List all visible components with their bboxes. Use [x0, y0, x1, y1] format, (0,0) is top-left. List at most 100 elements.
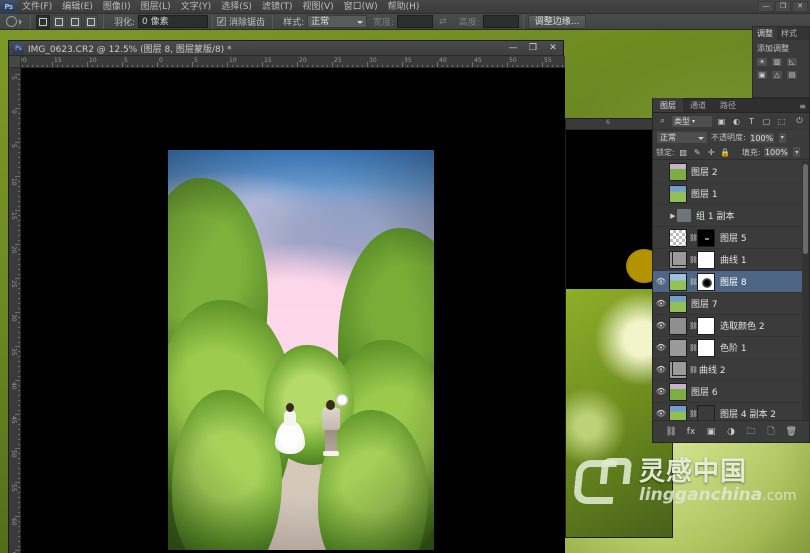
layer-thumbnail[interactable]	[669, 382, 687, 401]
menu-help[interactable]: 帮助(H)	[383, 0, 425, 14]
app-close-button[interactable]: ✕	[792, 1, 808, 12]
menu-layer[interactable]: 图层(L)	[136, 0, 176, 14]
menu-file[interactable]: 文件(F)	[17, 0, 57, 14]
layer-row[interactable]: 👁▶ 组 1 副本	[653, 205, 809, 227]
fill-stepper[interactable]: ▾	[792, 146, 802, 158]
add-to-selection-button[interactable]	[52, 14, 66, 29]
layer-row[interactable]: 👁 ⛓ 图层 8	[653, 271, 809, 293]
layer-mask-thumbnail[interactable]	[697, 404, 715, 420]
ruler-corner[interactable]	[9, 56, 21, 68]
layers-scrollbar[interactable]	[802, 161, 809, 420]
filter-pixel-icon[interactable]: ▣	[715, 115, 728, 128]
opacity-input[interactable]: 100%	[748, 131, 775, 144]
layer-row[interactable]: 👁 图层 1	[653, 183, 809, 205]
tab-adjustments[interactable]: 调整	[753, 27, 777, 40]
tool-preset-picker[interactable]	[4, 14, 24, 29]
add-mask-icon[interactable]: ▣	[706, 427, 717, 437]
fill-input[interactable]: 100%	[763, 146, 790, 158]
lock-transparent-icon[interactable]: ▨	[678, 147, 689, 158]
layer-visibility-toggle-icon[interactable]: 👁	[653, 315, 669, 337]
layer-mask-thumbnail[interactable]	[697, 228, 715, 247]
layer-visibility-toggle-icon[interactable]: 👁	[653, 183, 669, 205]
layer-row[interactable]: 👁 图层 6	[653, 381, 809, 403]
mask-link-icon[interactable]: ⛓	[689, 322, 698, 330]
layer-row[interactable]: 👁 ⛓ 选取颜色 2	[653, 315, 809, 337]
mask-link-icon[interactable]: ⛓	[689, 344, 698, 352]
layer-row[interactable]: 👁 ⛓ 色阶 1	[653, 337, 809, 359]
layer-visibility-toggle-icon[interactable]: 👁	[653, 293, 669, 315]
menu-select[interactable]: 选择(S)	[216, 0, 257, 14]
layer-thumbnail[interactable]	[669, 404, 687, 420]
layer-visibility-toggle-icon[interactable]: 👁	[653, 161, 669, 183]
menu-edit[interactable]: 编辑(E)	[57, 0, 98, 14]
brightness-icon[interactable]: ☀	[756, 57, 768, 67]
blend-mode-select[interactable]: 正常	[656, 131, 708, 144]
horizontal-ruler[interactable]: 20 15 10 5 0 5 10 15 20 25 30 35 40 45 50 55	[9, 56, 565, 68]
layer-thumbnail[interactable]	[669, 360, 687, 379]
tab-paths[interactable]: 路径	[713, 98, 743, 112]
feather-input[interactable]: 0 像素	[138, 15, 209, 28]
new-group-icon[interactable]: 🗀	[746, 424, 757, 440]
menu-window[interactable]: 窗口(W)	[339, 0, 383, 14]
layer-row[interactable]: 👁 ⛓ 图层 5	[653, 227, 809, 249]
refine-edge-button[interactable]: 调整边缘...	[527, 14, 587, 29]
document-close-button[interactable]: ✕	[543, 41, 563, 55]
canvas-area[interactable]	[21, 68, 565, 553]
document-photo[interactable]	[168, 150, 434, 550]
layer-mask-thumbnail[interactable]	[697, 316, 715, 335]
layer-row[interactable]: 👁 图层 2	[653, 161, 809, 183]
layer-mask-thumbnail[interactable]	[697, 338, 715, 357]
lock-image-icon[interactable]: ✎	[692, 147, 703, 158]
layer-row[interactable]: 👁 ⛓ 曲线 1	[653, 249, 809, 271]
exposure-icon[interactable]: ▣	[756, 70, 768, 80]
filter-shape-icon[interactable]: ▢	[760, 115, 773, 128]
layer-row[interactable]: 👁 图层 7	[653, 293, 809, 315]
document-title-bar[interactable]: Ps IMG_0623.CR2 @ 12.5% (图层 8, 图层蒙版/8) *…	[9, 41, 563, 56]
link-layers-icon[interactable]: ⛓	[666, 427, 677, 437]
menu-type[interactable]: 文字(Y)	[176, 0, 217, 14]
layer-mask-thumbnail[interactable]	[697, 250, 715, 269]
opacity-stepper[interactable]: ▾	[777, 131, 787, 144]
delete-layer-icon[interactable]: 🗑	[786, 427, 797, 437]
filter-search-icon[interactable]: ⌕	[656, 115, 669, 128]
layer-thumbnail[interactable]	[669, 184, 687, 203]
tab-styles[interactable]: 样式	[777, 27, 801, 40]
style-select[interactable]: 正常	[307, 15, 368, 28]
hue-saturation-icon[interactable]: ▤	[786, 70, 798, 80]
new-adjustment-icon[interactable]: ◑	[726, 427, 737, 437]
panel-menu-icon[interactable]: ≡	[799, 102, 806, 111]
filter-toggle-icon[interactable]: ⏻	[793, 115, 806, 128]
layers-scrollbar-thumb[interactable]	[803, 164, 808, 254]
vertical-ruler[interactable]: 505101520253035404550556065	[9, 68, 21, 553]
vibrance-icon[interactable]: △	[771, 70, 783, 80]
layer-list[interactable]: 👁图层 2👁图层 1👁▶组 1 副本👁⛓图层 5👁⛓曲线 1👁⛓图层 8👁图层 …	[653, 161, 809, 420]
filter-kind-select[interactable]: 类型 ▾	[671, 114, 713, 128]
layer-thumbnail[interactable]	[669, 338, 687, 357]
layer-thumbnail[interactable]	[669, 316, 687, 335]
layer-visibility-toggle-icon[interactable]: 👁	[653, 205, 669, 227]
filter-smart-icon[interactable]: ⬚	[775, 115, 788, 128]
intersect-selection-button[interactable]	[84, 14, 98, 29]
layer-thumbnail[interactable]	[669, 272, 687, 291]
curves-icon[interactable]: ◺	[786, 57, 798, 67]
antialias-checkbox[interactable]: ✓	[217, 17, 227, 26]
subtract-from-selection-button[interactable]	[68, 14, 82, 29]
layer-mask-thumbnail[interactable]	[697, 272, 715, 291]
layer-thumbnail[interactable]	[669, 294, 687, 313]
mask-link-icon[interactable]: ⛓	[689, 278, 698, 286]
lock-position-icon[interactable]: ✛	[706, 147, 717, 158]
app-minimize-button[interactable]: —	[758, 1, 774, 12]
layer-row[interactable]: 👁 ⛓ 曲线 2	[653, 359, 809, 381]
filter-adjustment-icon[interactable]: ◐	[730, 115, 743, 128]
mask-link-icon[interactable]: ⛓	[689, 256, 698, 264]
swap-arrows-icon[interactable]: ⇄	[439, 17, 447, 27]
width-input[interactable]	[397, 15, 434, 28]
layer-visibility-toggle-icon[interactable]: 👁	[653, 337, 669, 359]
mask-link-icon[interactable]: ⛓	[689, 234, 698, 242]
layer-thumbnail[interactable]	[669, 228, 687, 247]
height-input[interactable]	[482, 15, 519, 28]
layer-visibility-toggle-icon[interactable]: 👁	[653, 249, 669, 271]
tab-layers[interactable]: 图层	[653, 98, 683, 112]
layer-style-fx-icon[interactable]: fx	[686, 427, 697, 437]
new-layer-icon[interactable]: 🗋	[766, 424, 777, 440]
